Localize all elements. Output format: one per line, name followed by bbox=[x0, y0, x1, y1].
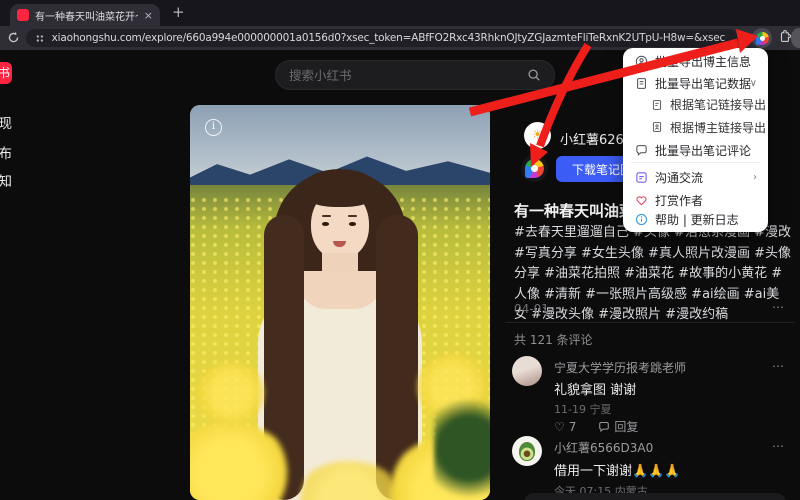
comment-avatar[interactable] bbox=[512, 436, 542, 466]
browser-tab[interactable]: 有一种春天叫油菜花开～普通照 × bbox=[10, 4, 160, 26]
menu-item-export-by-blogger-link[interactable]: 根据博主链接导出 bbox=[623, 116, 768, 138]
site-favicon bbox=[17, 9, 29, 21]
extension-dropdown-menu: 批量导出博主信息 批量导出笔记数据 ∨ 根据笔记链接导出 根据博主链接导出 批量… bbox=[623, 48, 768, 232]
document-user-icon bbox=[652, 122, 662, 132]
sun-icon: ☀ bbox=[531, 128, 544, 143]
menu-item-tip-author[interactable]: 打赏作者 bbox=[623, 189, 768, 211]
extensions-puzzle-icon[interactable] bbox=[777, 30, 792, 45]
menu-item-communicate[interactable]: 沟通交流 › bbox=[623, 166, 768, 188]
chat-square-icon bbox=[636, 171, 647, 183]
url-bar[interactable]: xiaohongshu.com/explore/660a994e00000000… bbox=[26, 29, 738, 47]
document-icon bbox=[637, 77, 646, 89]
avocado-icon bbox=[519, 441, 535, 461]
sidebar-item-publish[interactable]: 发布 bbox=[0, 142, 12, 162]
comment-text: 礼貌拿图 谢谢 bbox=[554, 383, 637, 398]
chevron-down-icon[interactable]: ∨ bbox=[750, 78, 757, 89]
sidebar-item-discover[interactable]: 发现 bbox=[0, 112, 12, 132]
note-hashtags[interactable]: #去春天里遛遛自己 #头像 #治愈系漫画 #漫改 #写真分享 #女生头像 #真人… bbox=[514, 223, 792, 325]
note-more-icon[interactable]: ⋯ bbox=[772, 300, 785, 314]
pinned-extension-button[interactable] bbox=[752, 28, 772, 48]
tab-title: 有一种春天叫油菜花开～普通照 bbox=[35, 11, 138, 23]
export-extension-icon bbox=[755, 31, 769, 45]
comment-avatar[interactable] bbox=[512, 356, 542, 386]
new-tab-button[interactable]: + bbox=[172, 3, 185, 21]
xiaohongshu-logo[interactable]: 小红书 bbox=[0, 62, 12, 84]
person-circle-icon bbox=[635, 55, 648, 67]
comment-user[interactable]: 宁夏大学学历报考跳老师 bbox=[554, 359, 686, 376]
reload-icon[interactable] bbox=[7, 31, 20, 44]
browser-toolbar: xiaohongshu.com/explore/660a994e00000000… bbox=[0, 26, 800, 50]
browser-window: 有一种春天叫油菜花开～普通照 × + xiaohongshu.com/explo… bbox=[0, 0, 800, 500]
search-bar[interactable] bbox=[275, 60, 555, 90]
reply-bubble-icon[interactable] bbox=[598, 421, 610, 433]
note-photo[interactable]: i bbox=[190, 105, 490, 500]
search-icon[interactable] bbox=[527, 68, 541, 82]
like-icon[interactable]: ♡ bbox=[554, 420, 565, 434]
profile-avatar[interactable] bbox=[791, 28, 800, 48]
like-count: 7 bbox=[568, 419, 577, 434]
comments-count: 共 121 条评论 bbox=[514, 333, 593, 347]
site-info-icon[interactable] bbox=[35, 33, 45, 44]
heart-icon bbox=[636, 195, 647, 206]
tab-strip: 有一种春天叫油菜花开～普通照 × + bbox=[0, 0, 800, 26]
comment-meta: 11-19 宁夏 bbox=[554, 403, 612, 416]
comment-text: 借用一下谢谢🙏🙏🙏 bbox=[554, 464, 681, 479]
document-link-icon bbox=[652, 99, 662, 110]
comment-bubble-icon bbox=[636, 144, 647, 156]
extension-floating-button[interactable] bbox=[521, 155, 548, 182]
author-avatar[interactable]: ☀ bbox=[524, 122, 551, 149]
info-circle-icon bbox=[635, 213, 648, 226]
menu-item-help-changelog[interactable]: 帮助 | 更新日志 bbox=[623, 209, 768, 230]
comment-more-icon[interactable]: ⋯ bbox=[772, 359, 785, 373]
reply-box[interactable] bbox=[524, 493, 786, 500]
search-input[interactable] bbox=[289, 67, 519, 83]
sidebar-item-notify[interactable]: 通知 bbox=[0, 170, 12, 190]
note-date: 04-01 bbox=[514, 302, 549, 316]
chevron-right-icon: › bbox=[753, 171, 757, 183]
comment-actions: ♡ 7 回复 bbox=[554, 418, 638, 435]
reply-button[interactable]: 回复 bbox=[614, 418, 638, 435]
comment-more-icon[interactable]: ⋯ bbox=[772, 439, 785, 453]
menu-item-export-by-note-link[interactable]: 根据笔记链接导出 bbox=[623, 94, 768, 115]
menu-item-export-blogger-info[interactable]: 批量导出博主信息 bbox=[623, 50, 768, 72]
export-extension-icon bbox=[525, 159, 544, 178]
image-info-icon[interactable]: i bbox=[205, 119, 222, 136]
menu-divider bbox=[631, 162, 760, 163]
url-text: xiaohongshu.com/explore/660a994e00000000… bbox=[51, 32, 729, 44]
divider bbox=[505, 322, 795, 323]
menu-item-export-note-comments[interactable]: 批量导出笔记评论 bbox=[623, 139, 768, 161]
comment-user[interactable]: 小红薯6566D3A0 bbox=[554, 439, 653, 456]
tab-close-icon[interactable]: × bbox=[144, 9, 153, 22]
menu-item-export-note-data[interactable]: 批量导出笔记数据 ∨ bbox=[623, 72, 768, 94]
